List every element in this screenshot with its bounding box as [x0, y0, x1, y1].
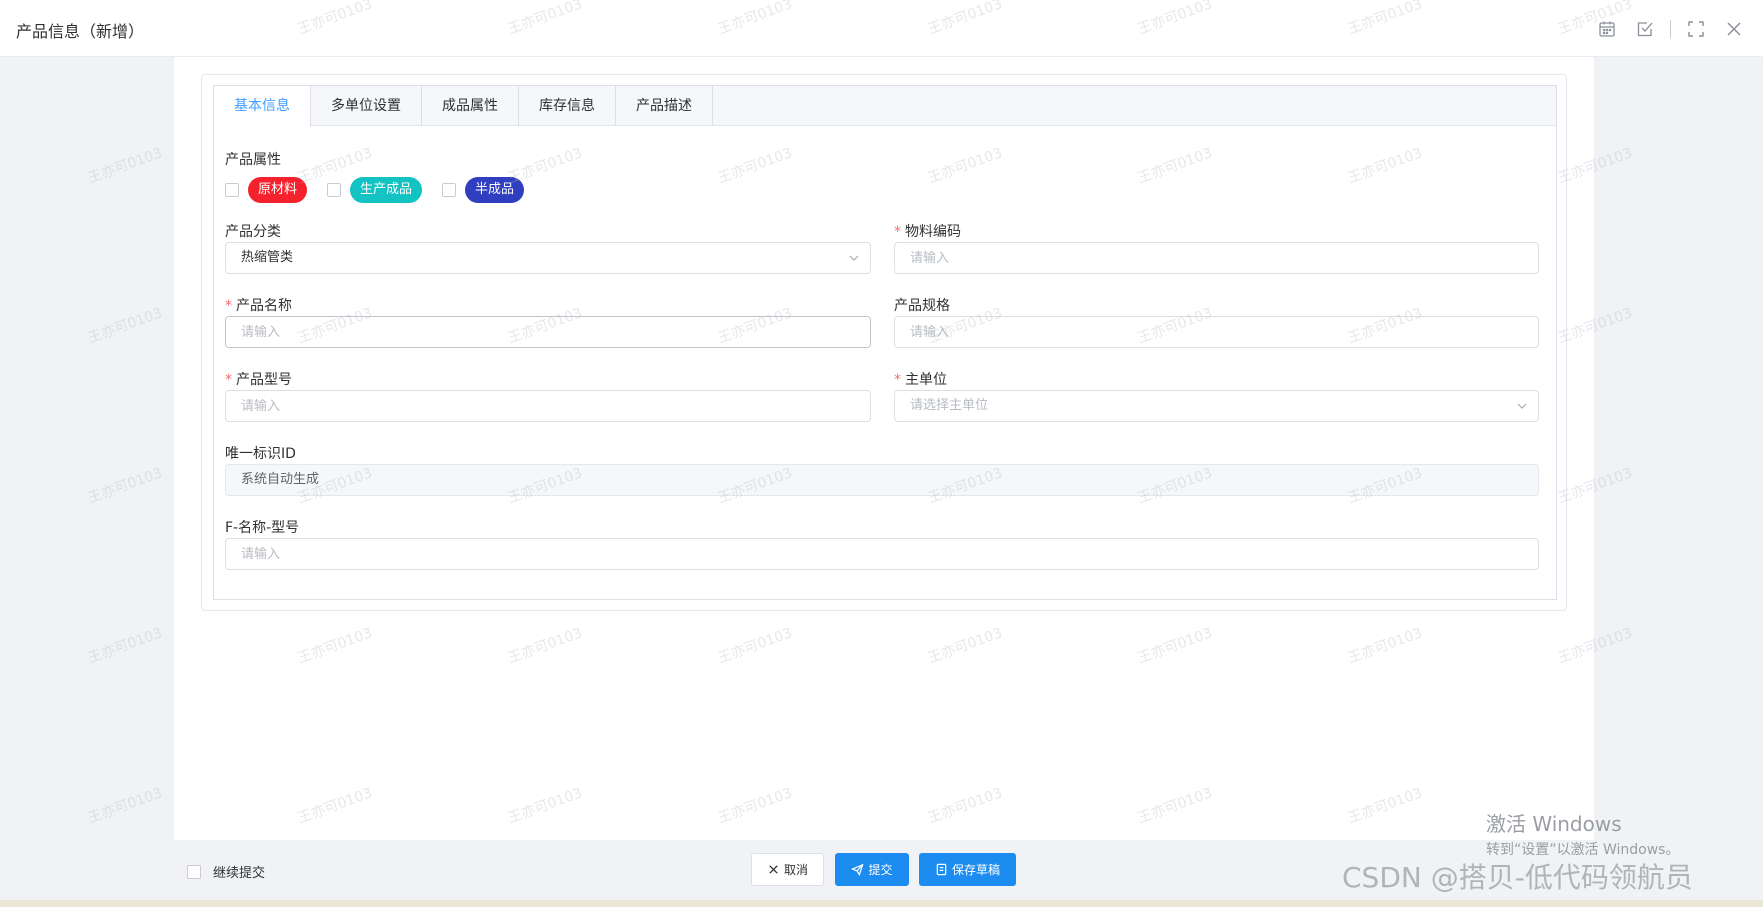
product-attr-options: 原材料 生产成品 半成品 [225, 177, 544, 203]
f-name-model-field[interactable] [241, 539, 1538, 569]
calendar-icon[interactable] [1588, 16, 1626, 42]
required-mark: * [225, 298, 232, 314]
required-mark: * [225, 372, 232, 388]
f-name-model-input[interactable] [225, 538, 1539, 570]
main-unit-label: * 主单位 [894, 372, 947, 388]
product-attr-label: 产品属性 [225, 152, 281, 168]
product-name-label: * 产品名称 [225, 298, 292, 314]
header-tools [1588, 16, 1753, 42]
f-name-model-label: F-名称-型号 [225, 520, 300, 536]
product-model-label: * 产品型号 [225, 372, 292, 388]
product-name-input[interactable] [225, 316, 871, 348]
dialog-header: 产品信息（新增） [0, 0, 1763, 57]
tab-multi-unit[interactable]: 多单位设置 [311, 86, 422, 126]
product-spec-input[interactable] [894, 316, 1539, 348]
tools-divider [1670, 20, 1671, 38]
material-code-field[interactable] [910, 243, 1538, 273]
watermark: 王亦可0103 [85, 465, 165, 507]
material-code-label: * 物料编码 [894, 224, 961, 240]
product-model-input[interactable] [225, 390, 871, 422]
unique-id-field: 系统自动生成 [225, 464, 1539, 496]
dialog-title: 产品信息（新增） [16, 22, 145, 41]
activation-title: 激活 Windows [1486, 812, 1622, 836]
tab-inventory[interactable]: 库存信息 [519, 86, 616, 126]
main-unit-placeholder: 请选择主单位 [910, 398, 989, 413]
tabs-card: 基本信息 多单位设置 成品属性 库存信息 产品描述 产品属性 原材料 生产成品 … [213, 85, 1557, 600]
semi-finished-checkbox[interactable] [442, 183, 457, 197]
windows-activation-notice: 激活 Windows 转到“设置”以激活 Windows。 [1486, 808, 1679, 859]
product-model-field[interactable] [241, 391, 870, 421]
watermark: 王亦可0103 [85, 785, 165, 827]
required-mark: * [894, 372, 901, 388]
finished-product-tag[interactable]: 生产成品 [350, 177, 423, 203]
watermark: 王亦可0103 [85, 305, 165, 347]
watermark: 王亦可0103 [85, 145, 165, 187]
send-icon [851, 863, 865, 876]
tab-description[interactable]: 产品描述 [616, 86, 713, 126]
unique-id-label: 唯一标识ID [225, 446, 296, 462]
continue-submit-checkbox[interactable] [187, 864, 201, 879]
required-mark: * [894, 224, 901, 240]
material-code-input[interactable] [894, 242, 1539, 274]
bottom-strip [0, 900, 1763, 907]
finished-product-checkbox[interactable] [327, 183, 342, 197]
close-icon[interactable] [1715, 16, 1753, 42]
chevron-down-icon [849, 255, 859, 261]
continue-submit-option[interactable]: 继续提交 [187, 862, 265, 881]
save-draft-button[interactable]: 保存草稿 [919, 853, 1016, 886]
tab-finished-attr[interactable]: 成品属性 [422, 86, 519, 126]
form-card: 基本信息 多单位设置 成品属性 库存信息 产品描述 产品属性 原材料 生产成品 … [201, 74, 1567, 611]
raw-material-tag[interactable]: 原材料 [248, 177, 308, 203]
watermark: 王亦可0103 [85, 625, 165, 667]
close-icon [769, 865, 778, 874]
cancel-button[interactable]: 取消 [751, 853, 824, 886]
chevron-down-icon [1517, 403, 1527, 409]
unique-id-value: 系统自动生成 [241, 472, 320, 487]
product-spec-label: 产品规格 [894, 298, 950, 314]
document-icon [936, 863, 947, 876]
continue-submit-label: 继续提交 [213, 866, 266, 881]
fullscreen-icon[interactable] [1677, 16, 1715, 42]
tab-header: 基本信息 多单位设置 成品属性 库存信息 产品描述 [214, 86, 1556, 127]
product-name-field[interactable] [241, 317, 870, 347]
save-draft-label: 保存草稿 [951, 863, 1000, 877]
raw-material-checkbox[interactable] [225, 183, 239, 197]
category-label: 产品分类 [225, 224, 281, 240]
submit-button[interactable]: 提交 [835, 853, 909, 886]
cancel-label: 取消 [783, 863, 808, 877]
form-canvas: 基本信息 多单位设置 成品属性 库存信息 产品描述 产品属性 原材料 生产成品 … [174, 57, 1594, 840]
tab-basic-info[interactable]: 基本信息 [214, 86, 311, 127]
product-spec-field[interactable] [910, 317, 1538, 347]
category-value: 热缩管类 [241, 250, 294, 265]
checkbox-icon[interactable] [1626, 16, 1664, 42]
semi-finished-tag[interactable]: 半成品 [465, 177, 525, 203]
csdn-watermark: CSDN @搭贝-低代码领航员 [1342, 861, 1693, 894]
submit-label: 提交 [868, 863, 893, 877]
main-unit-select[interactable]: 请选择主单位 [894, 390, 1539, 422]
category-select[interactable]: 热缩管类 [225, 242, 871, 274]
